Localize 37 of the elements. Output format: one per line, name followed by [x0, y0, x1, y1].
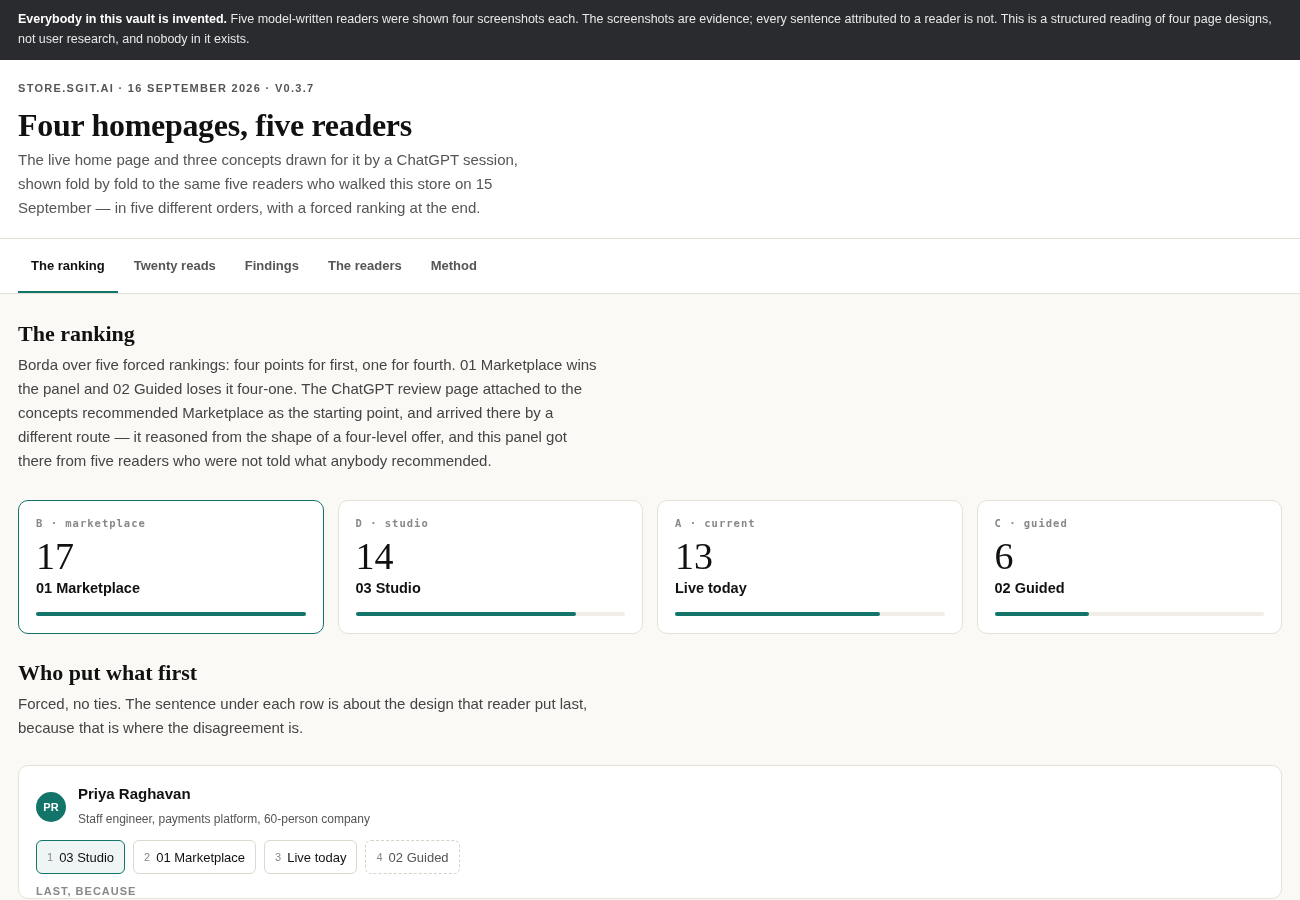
rank-number: 2: [144, 851, 151, 863]
tab[interactable]: Findings: [231, 239, 312, 293]
score-value: 6: [994, 536, 1015, 576]
rank-label: 03 Studio: [59, 849, 115, 865]
tab[interactable]: The ranking: [18, 239, 118, 293]
meta-line: STORE.SGIT.AI · 16 SEPTEMBER 2026 · V0.3.7: [18, 81, 316, 96]
design-name: 01 Marketplace: [36, 579, 141, 598]
design-name: 02 Guided: [994, 579, 1066, 598]
design-name: 03 Studio: [355, 579, 422, 598]
section-text: Borda over five forced rankings: four points for first, one for fourth. 01 Marketplace wins the panel and 02 Guided loses it four-one. The ChatGPT review page attached to the concepts recommended Marketplace as the starting point, and arrived there by a different route — it reasoned from the shape of a four-level offer, and this panel got there from five readers who were not told what anybody recommended.: [18, 355, 598, 471]
reader-role: Staff engineer, payments platform, 60-person company: [78, 811, 370, 828]
reader-name: Priya Raghavan: [78, 784, 192, 804]
tab[interactable]: The readers: [315, 239, 415, 293]
rank-number: 3: [275, 851, 282, 863]
section-title: Who put what first: [18, 660, 199, 686]
rank-label: Live today: [287, 849, 347, 865]
section-title: The ranking: [18, 321, 136, 347]
design-code: B · marketplace: [36, 516, 147, 530]
rank-label: 02 Guided: [388, 849, 449, 865]
score-value: 14: [355, 536, 395, 576]
rank-number: 1: [47, 851, 54, 863]
disclaimer-text: Everybody in this vault is invented. Five model-written readers were shown four screenshots each. The screenshots are evidence; every sentence attributed to a reader is not. This is a structured reading of four page designs, not user research, and nobody in it exists.: [18, 12, 1272, 46]
score-value: 17: [36, 536, 75, 576]
page-title: Four homepages, five readers: [18, 106, 413, 144]
design-name: Live today: [675, 579, 748, 598]
rank-label: 01 Marketplace: [156, 849, 246, 865]
design-code: A · current: [675, 516, 757, 530]
tab[interactable]: Method: [417, 239, 490, 293]
page-subtitle: The live home page and three concepts drawn for it by a ChatGPT session, shown fold by fold to the same five readers who walked this store on 15 September — in five different orders, with a forced ranking at the end.: [18, 150, 519, 218]
tab[interactable]: Twenty reads: [120, 239, 229, 293]
score-value: 13: [675, 536, 714, 576]
last-because-label: LAST, BECAUSE: [36, 885, 138, 898]
avatar-initials: PR: [36, 792, 66, 822]
section-text: Forced, no ties. The sentence under each row is about the design that reader put last, because that is where the disagreement is.: [18, 694, 589, 738]
design-code: D · studio: [355, 516, 430, 530]
rank-number: 4: [376, 851, 383, 863]
design-code: C · guided: [994, 516, 1069, 530]
